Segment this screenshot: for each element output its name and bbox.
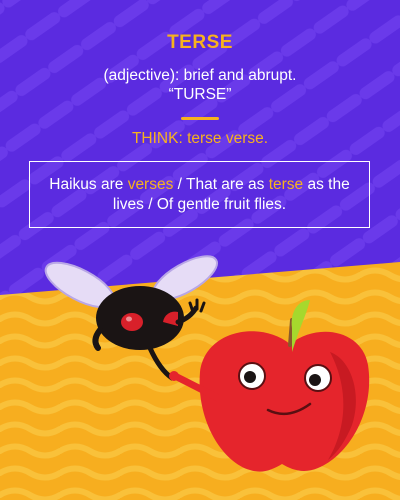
fly-eye-left	[121, 313, 143, 331]
illustration	[44, 255, 370, 472]
fly-eye-left-shine	[126, 316, 132, 322]
fly-tail	[92, 327, 103, 351]
apple	[169, 300, 370, 472]
apple-hand	[169, 371, 179, 381]
fly-hand	[188, 298, 206, 314]
fly-leg	[147, 345, 175, 381]
fruit-fly	[44, 255, 218, 381]
apple-pupil-right	[309, 374, 321, 386]
vocabulary-card: TERSE (adjective): brief and abrupt. “TU…	[0, 0, 400, 500]
apple-pupil-left	[244, 371, 256, 383]
